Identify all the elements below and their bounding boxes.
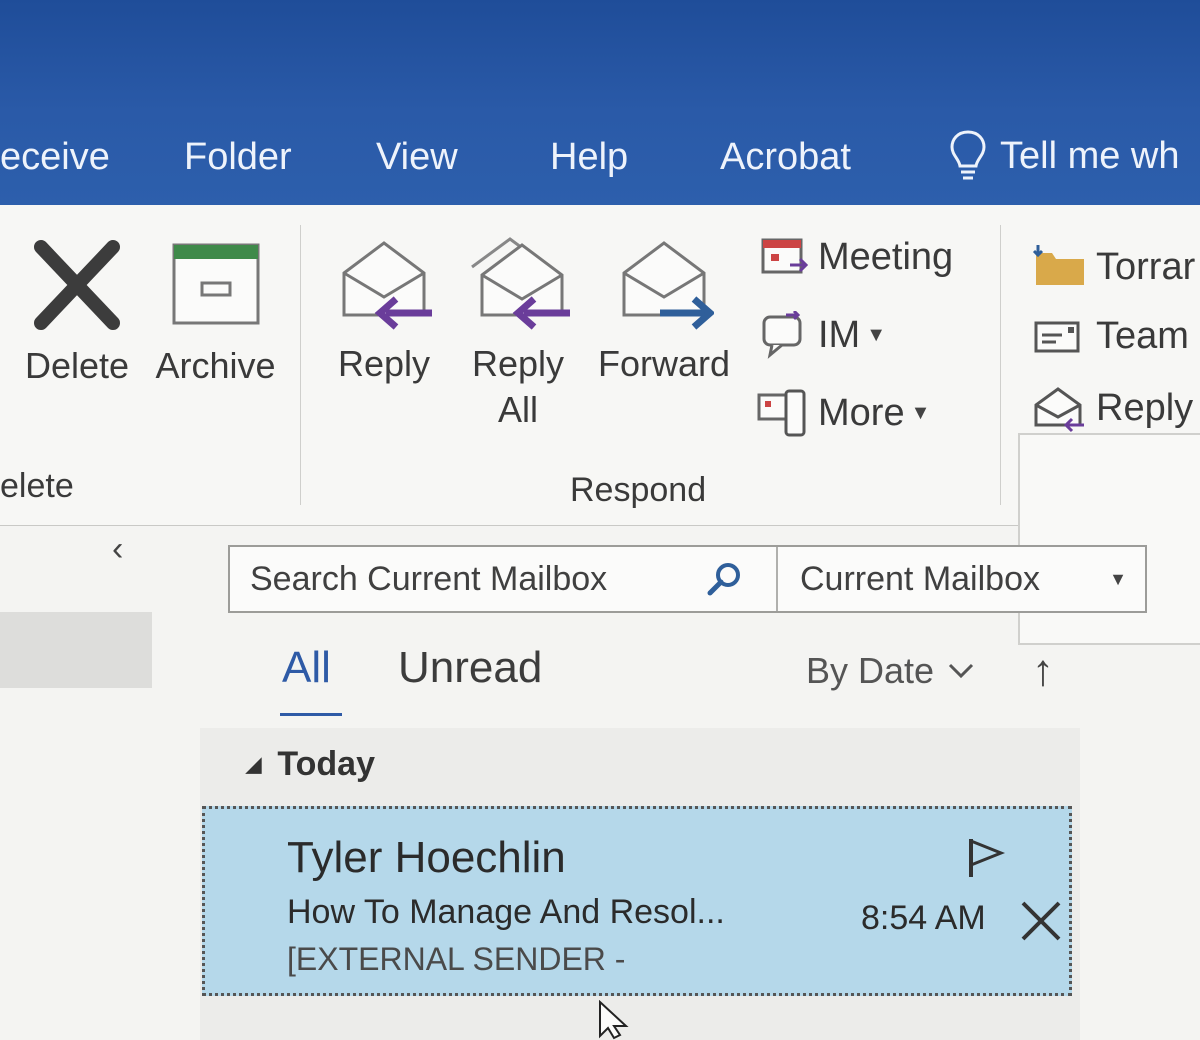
tab-help[interactable]: Help (550, 132, 628, 182)
archive-box-icon (172, 243, 259, 325)
archive-button[interactable]: Archive (148, 235, 283, 392)
meeting-button[interactable]: Meeting (760, 235, 953, 279)
reply-button[interactable]: Reply (330, 233, 438, 390)
message-sender: Tyler Hoechlin (287, 833, 566, 882)
collapse-pane-button[interactable]: ‹ (112, 530, 123, 569)
quickstep-torrar[interactable]: Torrar (1032, 245, 1195, 289)
quickstep-reply-label: Reply (1096, 386, 1194, 429)
tab-acrobat[interactable]: Acrobat (720, 132, 851, 182)
im-chat-icon (762, 311, 802, 359)
more-dropdown-icon[interactable]: ▼ (911, 402, 931, 425)
forward-label: Forward (597, 343, 731, 384)
reply-all-icon (471, 237, 570, 330)
archive-label: Archive (155, 345, 276, 386)
message-row-partial[interactable] (200, 1010, 1080, 1040)
mouse-cursor-icon (599, 1000, 629, 1040)
delete-group-label: elete (0, 467, 74, 505)
meeting-calendar-icon (761, 238, 809, 274)
message-row[interactable]: Tyler Hoechlin How To Manage And Resol..… (202, 806, 1072, 996)
filter-unread-tab[interactable]: Unread (398, 640, 542, 696)
meeting-label: Meeting (818, 235, 954, 278)
respond-group-label: Respond (570, 471, 707, 509)
quick-steps-gallery (1018, 433, 1200, 645)
ribbon: Delete Archive elete Reply Reply All For… (0, 205, 1200, 645)
reply-label: Reply (337, 343, 431, 384)
forward-button[interactable]: Forward (594, 233, 734, 390)
group-title: Today (277, 745, 375, 783)
quickstep-team[interactable]: Team (1032, 315, 1189, 358)
reply-all-button[interactable]: Reply All (462, 233, 574, 436)
quickstep-torrar-label: Torrar (1096, 245, 1196, 288)
tell-me-box[interactable]: Tell me wh (948, 126, 1180, 186)
ribbon-divider (300, 225, 301, 505)
search-scope-label: Current Mailbox (800, 560, 1040, 598)
ribbon-divider (1000, 225, 1001, 505)
chevron-down-icon: ▼ (1109, 569, 1127, 589)
search-placeholder: Search Current Mailbox (250, 560, 608, 598)
delete-button[interactable]: Delete (22, 235, 132, 392)
reply-all-label-line1: Reply (471, 343, 565, 384)
search-icon[interactable] (704, 561, 744, 597)
im-label: IM (818, 313, 861, 356)
message-preview: [EXTERNAL SENDER - (287, 941, 626, 977)
list-group-header[interactable]: ◢ Today (246, 745, 375, 784)
message-time: 8:54 AM (861, 899, 986, 937)
chevron-down-icon (949, 663, 974, 679)
sort-by-date-dropdown[interactable]: By Date (806, 650, 978, 692)
im-dropdown-icon[interactable]: ▼ (866, 324, 886, 347)
team-email-icon (1034, 321, 1080, 352)
more-button[interactable]: More ▼ (756, 387, 930, 439)
im-button[interactable]: IM ▼ (760, 311, 886, 359)
delete-x-icon (34, 240, 120, 330)
tell-me-label: Tell me wh (1000, 134, 1180, 177)
sort-label: By Date (806, 650, 935, 691)
active-tab-underline (280, 713, 342, 716)
reply-delete-icon (1034, 387, 1084, 433)
tab-view[interactable]: View (376, 132, 458, 182)
reply-icon (342, 241, 432, 330)
forward-icon (622, 241, 716, 330)
message-subject: How To Manage And Resol... (287, 893, 725, 931)
sort-direction-arrow-icon[interactable]: ↑ (1032, 646, 1054, 696)
more-label: More (818, 391, 905, 434)
reply-all-label-line2: All (497, 389, 538, 430)
collapse-triangle-icon: ◢ (246, 754, 262, 776)
quickstep-reply[interactable]: Reply (1032, 383, 1193, 433)
tab-folder[interactable]: Folder (184, 132, 292, 182)
quickstep-team-label: Team (1096, 315, 1189, 357)
search-input[interactable]: Search Current Mailbox (230, 547, 778, 611)
title-bar: eceive Folder View Help Acrobat Tell me … (0, 0, 1200, 205)
delete-label: Delete (24, 345, 130, 386)
search-bar: Search Current Mailbox Current Mailbox ▼ (228, 545, 1147, 613)
filter-all-tab[interactable]: All (282, 640, 331, 696)
lightbulb-icon (950, 130, 986, 180)
delete-message-icon[interactable] (1017, 897, 1065, 945)
more-devices-icon (757, 389, 806, 437)
search-scope-dropdown[interactable]: Current Mailbox ▼ (778, 547, 1145, 611)
folder-icon (1032, 245, 1084, 285)
folder-pane-selected-item[interactable] (0, 612, 152, 688)
tab-send-receive[interactable]: eceive (0, 132, 110, 182)
flag-icon[interactable] (965, 835, 1009, 879)
